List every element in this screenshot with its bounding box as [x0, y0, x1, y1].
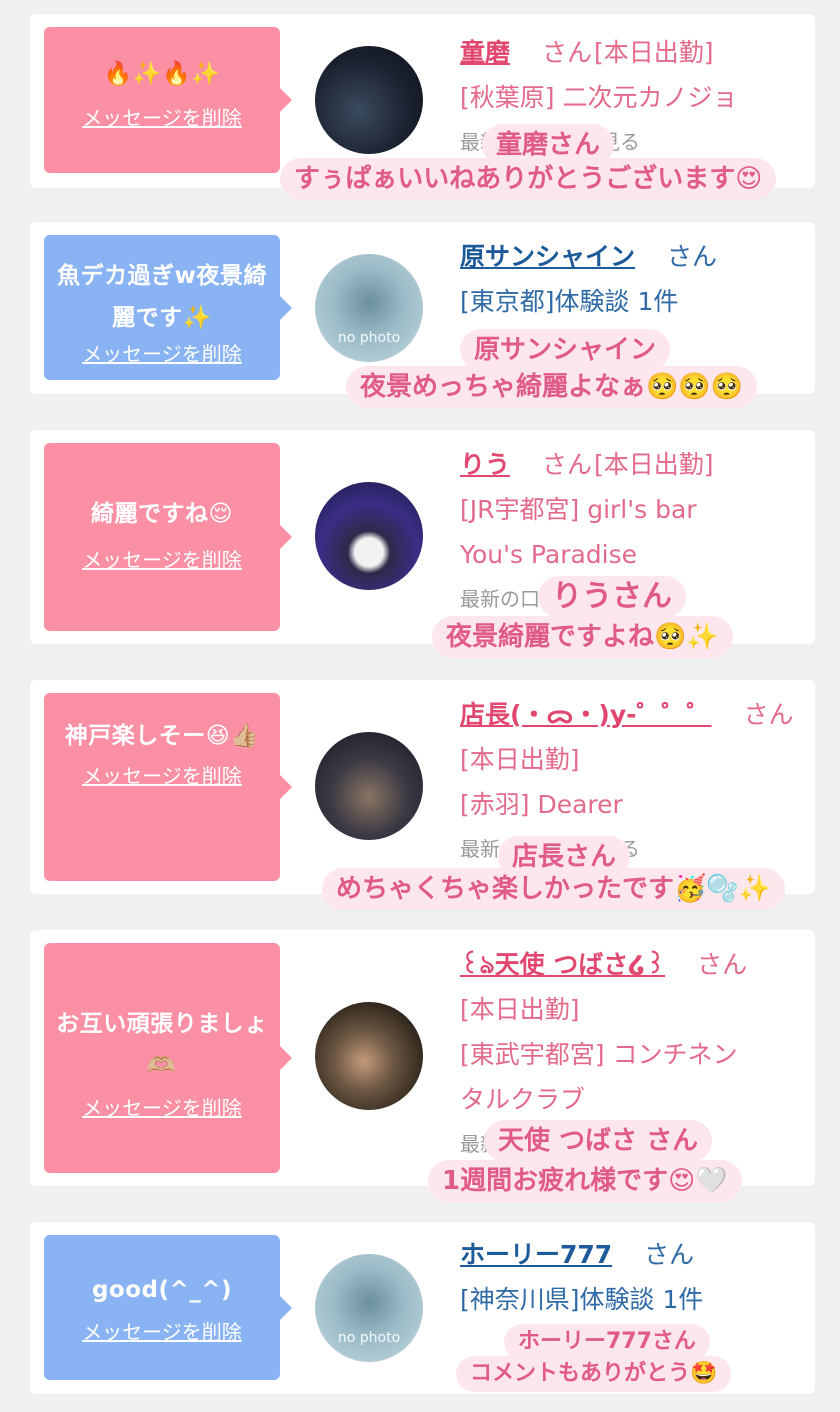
shop-line: [赤羽] Dearer: [460, 790, 623, 819]
delete-message-link[interactable]: メッセージを削除: [54, 761, 270, 791]
message-bubble: 魚デカ過ぎw夜景綺麗です✨ メッセージを削除: [44, 235, 292, 380]
name-row: 店長(・ᯅ・)y-゜゜゜ さん: [460, 692, 805, 737]
user-name-link[interactable]: りう: [460, 450, 510, 479]
delete-message-link[interactable]: メッセージを削除: [54, 545, 270, 575]
user-name-link[interactable]: 店長(・ᯅ・)y-゜゜゜: [460, 700, 712, 729]
message-text: good(^_^): [91, 1277, 233, 1303]
san-suffix: さん: [697, 950, 748, 979]
overlay-caption-1: 天使 つばさ さん: [484, 1120, 713, 1162]
avatar[interactable]: [315, 482, 423, 590]
delete-message-link[interactable]: メッセージを削除: [54, 1093, 270, 1123]
message-text: 🔥✨🔥✨: [103, 61, 221, 87]
work-status: [本日出勤]: [460, 995, 580, 1024]
work-status: [本日出勤]: [460, 745, 580, 774]
avatar[interactable]: [315, 46, 423, 154]
overlay-caption-1: ホーリー777さん: [504, 1324, 710, 1360]
san-suffix: さん: [644, 1240, 695, 1269]
message-text: お互い頑張りましょ🫶🏼: [56, 1011, 268, 1079]
message-bubble: 🔥✨🔥✨ メッセージを削除: [44, 27, 292, 173]
avatar[interactable]: no photo: [315, 1254, 423, 1362]
no-photo-label: no photo: [337, 1330, 401, 1346]
overlay-caption-1: りうさん: [538, 576, 686, 618]
overlay-caption-2: 夜景綺麗ですよね🥺✨: [432, 616, 733, 658]
name-row: ホーリー777 さん: [460, 1232, 805, 1277]
message-text: 魚デカ過ぎw夜景綺麗です✨: [57, 263, 267, 331]
name-row: 童磨 さん[本日出勤]: [460, 30, 805, 75]
overlay-caption-2: 1週間お疲れ様です😍🤍: [428, 1160, 742, 1202]
name-row: 原サンシャイン さん: [460, 234, 805, 279]
delete-message-link[interactable]: メッセージを削除: [54, 339, 270, 369]
message-card: 綺麗ですね😌 メッセージを削除 りう さん[本日出勤] [JR宇都宮] girl…: [30, 430, 815, 644]
san-suffix: さん: [743, 700, 794, 729]
message-bubble: good(^_^) メッセージを削除: [44, 1235, 292, 1380]
san-suffix: さん: [541, 450, 592, 479]
overlay-caption-2: コメントもありがとう🤩: [456, 1356, 732, 1392]
overlay-caption-2: 夜景めっちゃ綺麗よなぁ🥺🥺🥺: [346, 366, 758, 408]
avatar[interactable]: [315, 1002, 423, 1110]
shop-line-cont: You's Paradise: [460, 540, 638, 569]
shop-line: [JR宇都宮] girl's bar: [460, 495, 697, 524]
review-count-line: [神奈川県]体験談 1件: [460, 1285, 704, 1314]
avatar[interactable]: [315, 732, 423, 840]
shop-line-cont: タルクラブ: [460, 1085, 586, 1114]
shop-line: [東武宇都宮] コンチネン: [460, 1040, 738, 1069]
delete-message-link[interactable]: メッセージを削除: [54, 103, 270, 133]
no-photo-label: no photo: [337, 330, 401, 346]
message-text: 綺麗ですね😌: [91, 501, 233, 527]
user-name-link[interactable]: 原サンシャイン: [460, 242, 635, 271]
user-name-link[interactable]: 童磨: [460, 38, 510, 67]
work-status: [本日出勤]: [593, 450, 714, 479]
work-status: [本日出勤]: [593, 38, 714, 67]
name-row: ꒰ঌ天使 つばさ໒꒱ さん: [460, 942, 805, 987]
overlay-caption-2: めちゃくちゃ楽しかったです🥳🫧✨: [322, 868, 786, 910]
user-name-link[interactable]: ꒰ঌ天使 つばさ໒꒱: [460, 950, 665, 979]
shop-line: [秋葉原] 二次元カノジョ: [460, 83, 738, 112]
user-name-link[interactable]: ホーリー777: [460, 1240, 612, 1269]
message-bubble: 綺麗ですね😌 メッセージを削除: [44, 443, 292, 631]
overlay-caption-2: すぅぱぁいいねありがとうございます😍: [280, 158, 777, 200]
san-suffix: さん: [541, 38, 592, 67]
san-suffix: さん: [666, 242, 717, 271]
message-text: 神戸楽しそー😆👍🏼: [64, 723, 260, 749]
message-card: 神戸楽しそー😆👍🏼 メッセージを削除 店長(・ᯅ・)y-゜゜゜ さん [本日出勤…: [30, 680, 815, 894]
user-info: ホーリー777 さん [神奈川県]体験談 1件: [460, 1232, 805, 1322]
review-count-line: [東京都]体験談 1件: [460, 287, 679, 316]
delete-message-link[interactable]: メッセージを削除: [54, 1317, 270, 1347]
name-row: りう さん[本日出勤]: [460, 442, 805, 487]
message-bubble: 神戸楽しそー😆👍🏼 メッセージを削除: [44, 693, 292, 881]
message-bubble: お互い頑張りましょ🫶🏼 メッセージを削除: [44, 943, 292, 1173]
overlay-caption-1: 原サンシャイン: [460, 329, 671, 371]
page: 🔥✨🔥✨ メッセージを削除 童磨 さん[本日出勤] [秋葉原] 二次元カノジョ …: [0, 0, 840, 1412]
avatar[interactable]: no photo: [315, 254, 423, 362]
user-info: 原サンシャイン さん [東京都]体験談 1件: [460, 234, 805, 324]
